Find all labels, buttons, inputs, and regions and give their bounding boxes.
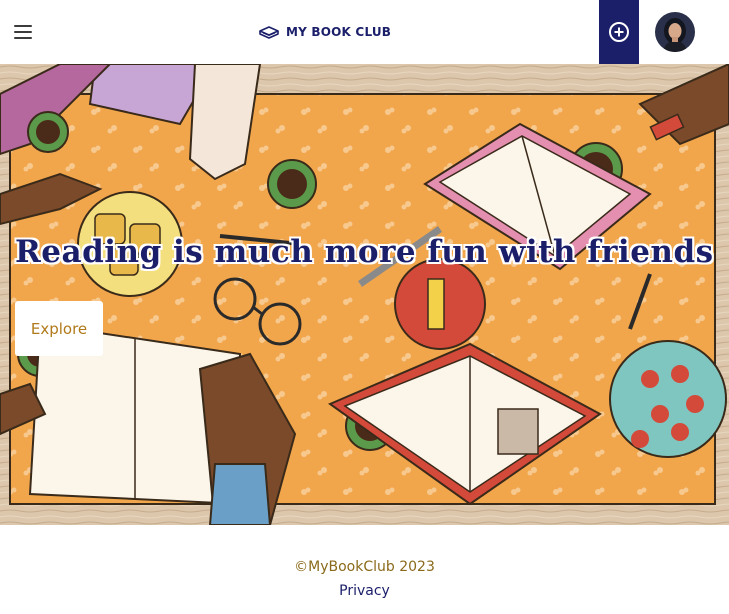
explore-button[interactable]: Explore	[15, 301, 103, 356]
page-footer: ©MyBookClub 2023 Privacy	[0, 525, 729, 614]
hamburger-menu-icon[interactable]	[12, 20, 36, 44]
user-avatar[interactable]	[655, 12, 695, 52]
add-circle-icon	[609, 22, 629, 42]
copyright-text: ©MyBookClub 2023	[294, 559, 435, 575]
privacy-link[interactable]: Privacy	[0, 583, 729, 599]
hero-banner: Reading is much more fun with friends Ex…	[0, 64, 729, 525]
books-icon	[259, 26, 279, 39]
add-button[interactable]	[599, 0, 639, 64]
avatar-photo	[655, 12, 695, 52]
app-header: MY BOOK CLUB	[0, 0, 729, 64]
hero-title: Reading is much more fun with friends	[15, 234, 714, 270]
book-club-table-illustration	[0, 64, 729, 525]
brand-name: MY BOOK CLUB	[286, 25, 392, 39]
brand-logo[interactable]: MY BOOK CLUB	[258, 22, 391, 42]
